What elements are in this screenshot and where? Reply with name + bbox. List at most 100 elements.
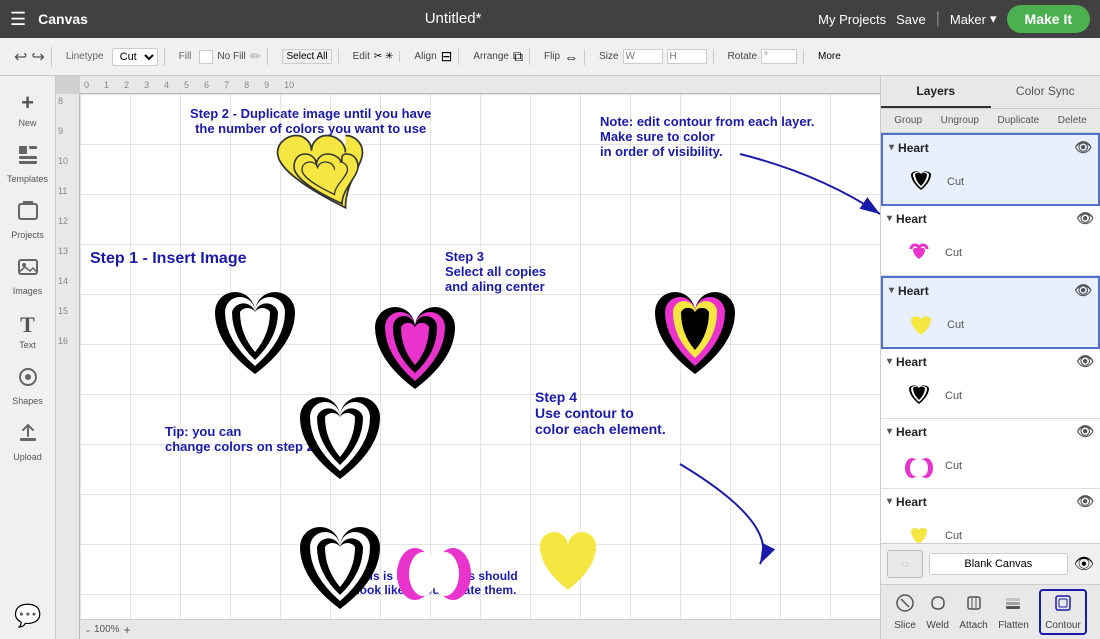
topbar: ☰ Canvas Untitled* My Projects Save | Ma… [0,0,1100,38]
sidebar-item-images[interactable]: Images [2,250,54,302]
layer-item-2[interactable]: ▾ Heart 👁 Cut [881,206,1100,276]
upload-icon [17,422,39,450]
more-button[interactable]: More [818,51,841,62]
rotate-input[interactable] [761,49,797,64]
sidebar-item-templates-label: Templates [7,174,48,184]
sidebar-item-new[interactable]: + New [2,84,54,134]
app-title: Canvas [38,11,88,27]
chat-icon[interactable]: 💬 [14,603,41,629]
select-all-group: Select All [276,49,338,64]
tab-color-sync[interactable]: Color Sync [991,76,1100,108]
layer-item-6[interactable]: ▾ Heart 👁 Cut [881,489,1100,543]
duplicate-button[interactable]: Duplicate [994,113,1044,128]
undo-button[interactable]: ↩ [14,47,27,67]
panel-bottom-eye-icon[interactable]: 👁 [1074,554,1094,574]
layer-5-header: ▾ Heart 👁 [881,419,1100,444]
layer-1-arrow[interactable]: ▾ [889,142,894,153]
layer-5-cut: Cut [945,460,962,472]
edit-group: Edit ✂ ✳ [347,51,401,62]
select-all-button[interactable]: Select All [282,49,331,64]
weld-button[interactable]: Weld [926,593,949,631]
contour-button[interactable]: Contour [1039,589,1087,635]
group-button[interactable]: Group [890,113,926,128]
layer-3-arrow[interactable]: ▾ [889,285,894,296]
sidebar-item-upload[interactable]: Upload [2,416,54,468]
sidebar-item-text[interactable]: T Text [2,306,54,356]
canvas-area[interactable]: 0 1 2 3 4 5 6 7 8 9 10 8910111213141516 … [56,76,880,639]
main-area: + New Templates Projects Images T Text [0,76,1100,639]
topbar-right: My Projects Save | Maker ▾ Make It [818,5,1090,33]
canvas-grid: Step 1 - Insert Image Step 2 - Duplicate… [80,94,880,619]
undo-redo-group: ↩ ↪ [8,47,52,67]
edit-button[interactable]: ✂ ✳ [374,51,394,62]
width-input[interactable] [623,49,663,64]
layer-2-header: ▾ Heart 👁 [881,206,1100,231]
flatten-icon [1003,593,1023,618]
left-sidebar: + New Templates Projects Images T Text [0,76,56,639]
layer-item-1[interactable]: ▾ Heart 👁 Cut [881,133,1100,206]
canvas-content: Step 1 - Insert Image Step 2 - Duplicate… [80,94,880,619]
layer-4-eye-icon[interactable]: 👁 [1076,353,1094,370]
zoom-out-button[interactable]: - [86,623,90,637]
zoom-in-button[interactable]: + [124,623,131,637]
height-input[interactable] [667,49,707,64]
attach-button[interactable]: Attach [959,593,987,631]
layer-4-thumb [901,378,937,414]
panel-bottom: □ Blank Canvas 👁 [881,543,1100,584]
delete-button[interactable]: Delete [1054,113,1091,128]
layer-1-cut: Cut [947,176,964,188]
redo-button[interactable]: ↪ [31,47,44,67]
layer-6-thumb [901,518,937,543]
menu-icon[interactable]: ☰ [10,9,26,30]
fill-pen-icon[interactable]: ✏ [250,48,262,65]
rotate-label: Rotate [728,51,757,62]
flip-button[interactable]: ⇔ [564,49,578,65]
layer-item-3[interactable]: ▾ Heart 👁 Cut [881,276,1100,349]
layer-2-eye-icon[interactable]: 👁 [1076,210,1094,227]
arrow-note-layers [740,154,880,214]
ungroup-button[interactable]: Ungroup [937,113,983,128]
heart-pink-1 [375,307,455,389]
projects-icon [17,200,39,228]
layer-4-cut: Cut [945,390,962,402]
layer-6-arrow[interactable]: ▾ [887,496,892,507]
save-button[interactable]: Save [896,12,926,27]
sidebar-item-shapes[interactable]: Shapes [2,360,54,412]
linetype-group: Linetype Cut [60,48,165,66]
flatten-button[interactable]: Flatten [998,593,1029,631]
align-label: Align [414,51,436,62]
sidebar-item-templates[interactable]: Templates [2,138,54,190]
layer-2-name: Heart [896,212,1072,226]
layer-5-body: Cut [881,444,1100,488]
maker-menu[interactable]: Maker ▾ [950,11,997,27]
heart-black-bottom [300,527,380,609]
layer-2-arrow[interactable]: ▾ [887,213,892,224]
layer-1-header: ▾ Heart 👁 [883,135,1098,160]
layer-1-eye-icon[interactable]: 👁 [1074,139,1092,156]
sidebar-item-upload-label: Upload [13,452,42,462]
sidebar-item-projects[interactable]: Projects [2,194,54,246]
layer-2-cut: Cut [945,247,962,259]
blank-canvas-button[interactable]: Blank Canvas [929,553,1068,575]
divider: | [936,10,940,28]
layer-6-eye-icon[interactable]: 👁 [1076,493,1094,510]
layer-3-body: Cut [883,303,1098,347]
layer-4-arrow[interactable]: ▾ [887,356,892,367]
linetype-select[interactable]: Cut [112,48,158,66]
layer-5-eye-icon[interactable]: 👁 [1076,423,1094,440]
my-projects-button[interactable]: My Projects [818,12,886,27]
tab-layers[interactable]: Layers [881,76,991,108]
layer-3-eye-icon[interactable]: 👁 [1074,282,1092,299]
right-panel: Layers Color Sync Group Ungroup Duplicat… [880,76,1100,639]
fill-group: Fill No Fill ✏ [173,48,269,65]
layer-6-header: ▾ Heart 👁 [881,489,1100,514]
make-it-button[interactable]: Make It [1007,5,1090,33]
layer-item-5[interactable]: ▾ Heart 👁 Cut [881,419,1100,489]
layer-item-4[interactable]: ▾ Heart 👁 Cut [881,349,1100,419]
align-button[interactable]: ⊟ [441,48,453,65]
slice-button[interactable]: Slice [894,593,916,631]
arrange-button[interactable]: ⧉ [513,48,523,65]
layer-4-header: ▾ Heart 👁 [881,349,1100,374]
ruler-top: 0 1 2 3 4 5 6 7 8 9 10 [80,76,880,94]
layer-5-arrow[interactable]: ▾ [887,426,892,437]
